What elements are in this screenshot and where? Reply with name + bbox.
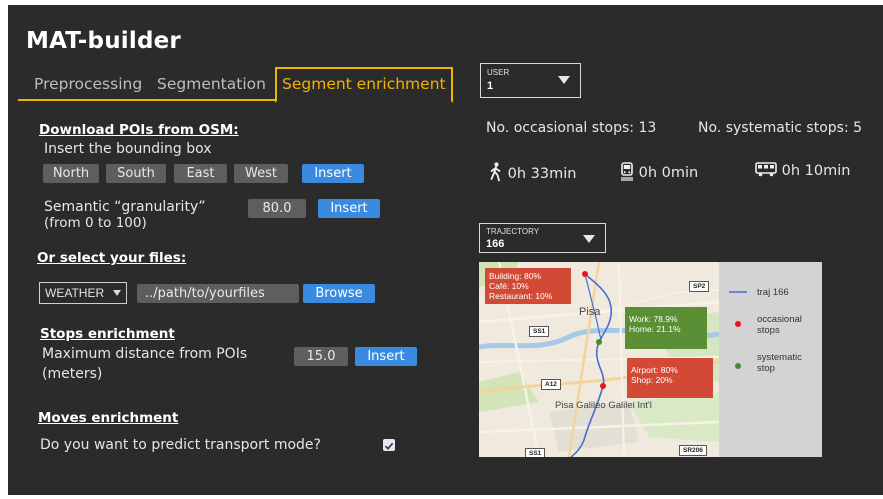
trajectory-select-label: TRAJECTORY (486, 227, 540, 236)
bus-time-value: 0h 10min (781, 163, 851, 179)
user-select-value: 1 (487, 80, 494, 92)
road-label: A12 (541, 379, 561, 390)
legend-red-dot (735, 321, 741, 327)
max-distance-label: Maximum distance from POIs (42, 346, 248, 362)
transport-mode-checkbox[interactable] (383, 439, 395, 451)
walking-time: 0h 33min (488, 162, 576, 182)
chevron-down-icon (113, 290, 121, 296)
bus-icon (755, 162, 777, 177)
download-pois-title: Download POIs from OSM: (39, 122, 239, 138)
map-city-label: Pisa (579, 306, 601, 318)
file-type-value: WEATHER (45, 286, 105, 300)
browse-button[interactable]: Browse (303, 284, 375, 303)
granularity-input[interactable]: 80.0 (248, 199, 306, 218)
legend-occasional: occasional stops (757, 314, 802, 336)
select-files-title: Or select your files: (37, 250, 187, 266)
granularity-label: Semantic “granularity” (44, 199, 206, 215)
legend-green-dot (735, 363, 741, 369)
chevron-down-icon (558, 76, 570, 84)
walking-icon (490, 162, 501, 182)
east-field[interactable]: East (174, 164, 227, 183)
callout-line: Shop: 20% (631, 375, 673, 385)
meters-label: (meters) (42, 366, 103, 382)
bus-time: 0h 10min (755, 162, 850, 179)
train-icon (621, 162, 633, 181)
road-label: SS1 (525, 448, 546, 457)
train-time-value: 0h 0min (638, 165, 699, 181)
callout-line: Café: 10% (489, 281, 529, 291)
user-select[interactable]: USER 1 (480, 63, 581, 98)
west-field[interactable]: West (234, 164, 288, 183)
map-legend: traj 166 occasional stops systematic sto… (719, 262, 822, 457)
max-distance-insert-button[interactable]: Insert (355, 347, 417, 366)
road-label: SS1 (529, 326, 550, 337)
user-select-label: USER (487, 68, 510, 77)
stops-enrichment-title: Stops enrichment (40, 326, 175, 342)
north-field[interactable]: North (43, 164, 99, 183)
stop-callout-airport: Airport: 80% Shop: 20% (627, 358, 713, 398)
occasional-stops-count: No. occasional stops: 13 (486, 120, 657, 136)
moves-enrichment-title: Moves enrichment (38, 410, 179, 426)
granularity-insert-button[interactable]: Insert (318, 199, 380, 218)
callout-line: Restaurant: 10% (489, 291, 553, 301)
app-title: MAT-builder (26, 28, 181, 54)
file-type-select[interactable]: WEATHER (39, 282, 127, 304)
tab-segmentation[interactable]: Segmentation (157, 67, 266, 101)
check-icon (384, 442, 394, 450)
trajectory-map[interactable]: Building: 80% Café: 10% Restaurant: 10% … (479, 262, 719, 457)
tab-bar: Preprocessing Segmentation Segment enric… (18, 67, 453, 103)
trajectory-select[interactable]: TRAJECTORY 166 (479, 223, 606, 253)
tab-preprocessing[interactable]: Preprocessing (34, 67, 142, 101)
tab-segment-enrichment[interactable]: Segment enrichment (275, 67, 453, 103)
road-label: SP2 (689, 281, 710, 292)
map-airport-label: Pisa Galileo Galilei Int'l (555, 400, 652, 411)
trajectory-select-value: 166 (486, 238, 505, 250)
callout-line: Home: 21.1% (629, 324, 681, 334)
legend-systematic: systematic stop (757, 352, 802, 374)
callout-line: Airport: 80% (631, 365, 678, 375)
stop-callout-building: Building: 80% Café: 10% Restaurant: 10% (485, 268, 571, 304)
train-time: 0h 0min (620, 162, 698, 181)
road-label: SR206 (679, 445, 707, 456)
systematic-stops-count: No. systematic stops: 5 (698, 120, 863, 136)
max-distance-input[interactable]: 15.0 (294, 347, 348, 366)
callout-line: Work: 78.9% (629, 314, 678, 324)
transport-mode-question: Do you want to predict transport mode? (40, 437, 321, 453)
bbox-insert-button[interactable]: Insert (302, 164, 364, 183)
granularity-range: (from 0 to 100) (44, 215, 147, 231)
walking-time-value: 0h 33min (507, 166, 577, 182)
legend-line-marker (729, 291, 747, 293)
chevron-down-icon (583, 235, 595, 243)
file-path-field[interactable]: ../path/to/yourfiles (137, 284, 299, 303)
stop-callout-work: Work: 78.9% Home: 21.1% (625, 307, 707, 349)
bbox-instruction: Insert the bounding box (44, 141, 212, 157)
callout-line: Building: 80% (489, 271, 541, 281)
legend-traj: traj 166 (757, 287, 789, 298)
south-field[interactable]: South (106, 164, 166, 183)
